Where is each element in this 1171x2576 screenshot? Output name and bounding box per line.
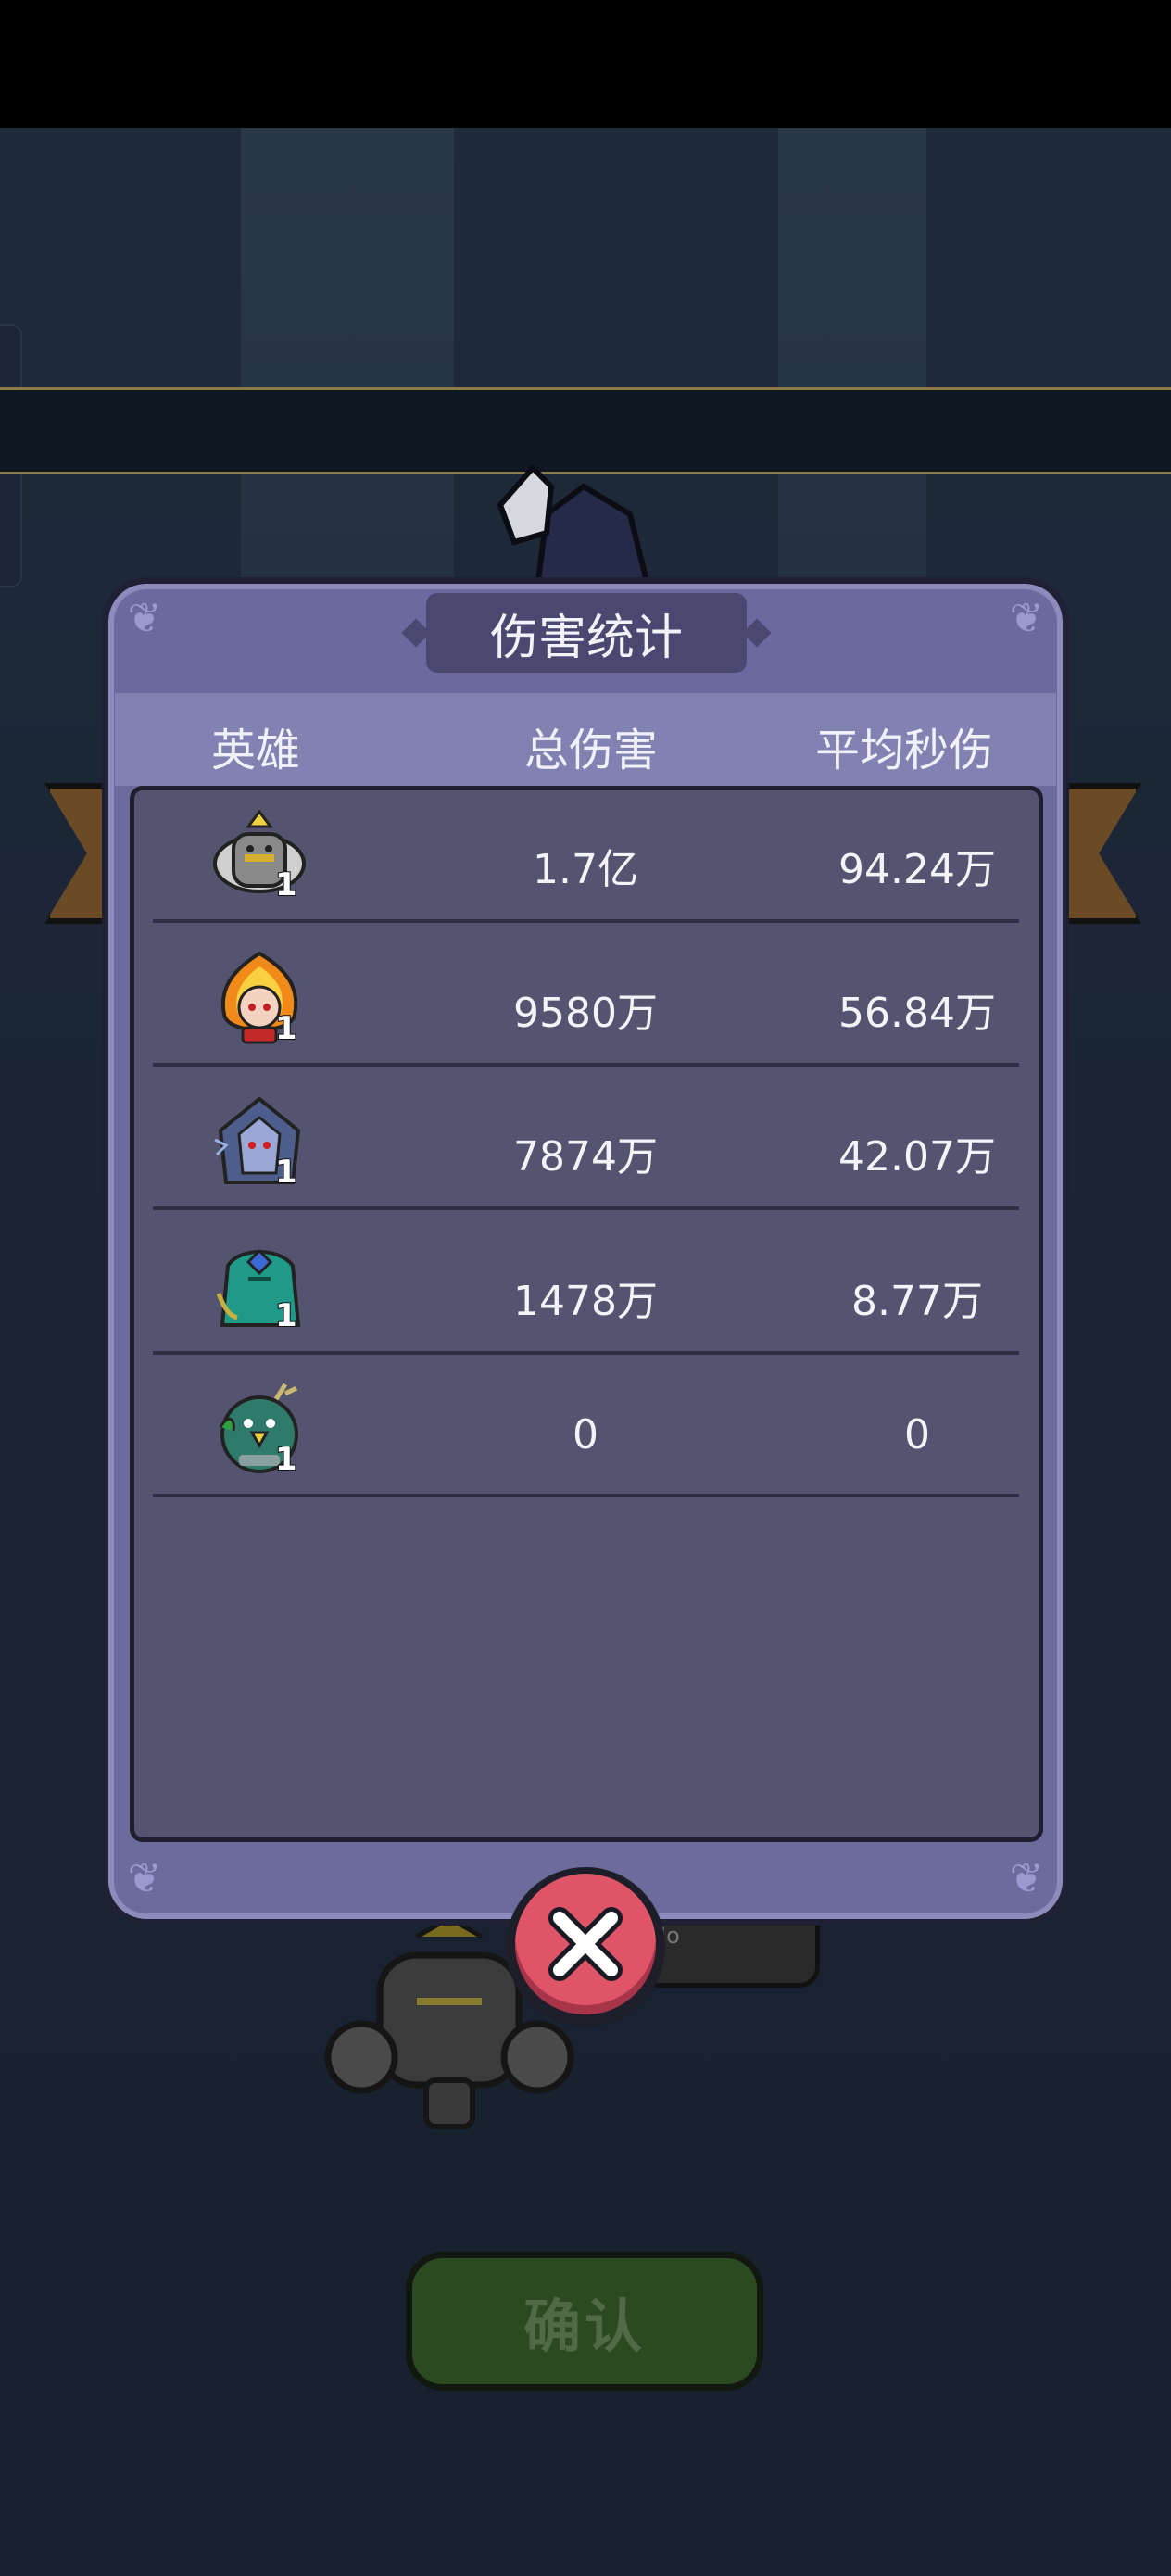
hero-level-badge: 1: [274, 1009, 298, 1048]
total-damage-cell: 1.7亿: [533, 846, 638, 893]
row-divider: [153, 1351, 1019, 1355]
corner-ornament-icon: ❦: [1009, 595, 1044, 642]
confirm-button-label: 确认: [523, 2292, 646, 2360]
avg-dps-cell: 8.77万: [851, 1278, 983, 1325]
row-divider: [153, 919, 1019, 923]
hero-level-badge: 1: [274, 865, 298, 904]
column-header-hero: 英雄: [211, 725, 301, 777]
corner-ornament-icon: ❦: [127, 1855, 162, 1902]
hero-level-badge: 1: [274, 1153, 298, 1192]
total-damage-cell: 7874万: [513, 1133, 658, 1181]
column-header-avg-dps: 平均秒伤: [815, 725, 994, 777]
total-damage-cell: 9580万: [513, 990, 658, 1037]
hero-level-badge: 1: [274, 1296, 298, 1335]
avg-dps-cell: 56.84万: [838, 990, 996, 1037]
background-hero-figure: [497, 463, 652, 588]
row-divider: [153, 1494, 1019, 1497]
row-divider: [153, 1206, 1019, 1210]
close-x-icon[interactable]: [515, 1874, 656, 2014]
confirm-button[interactable]: 确认: [406, 2252, 763, 2391]
avg-dps-cell: 94.24万: [838, 846, 996, 893]
avg-dps-cell: 42.07万: [838, 1133, 996, 1181]
total-damage-cell: 1478万: [513, 1278, 658, 1325]
hero-level-badge: 1: [274, 1440, 298, 1479]
avg-dps-cell: 0: [904, 1411, 930, 1458]
column-header-total-damage: 总伤害: [524, 725, 659, 777]
dialog-title: 伤害统计: [489, 610, 683, 666]
total-damage-cell: 0: [573, 1411, 598, 1458]
dialog-title-plate: 伤害统计: [426, 593, 747, 673]
corner-ornament-icon: ❦: [1009, 1855, 1044, 1902]
status-bar: [0, 0, 1171, 128]
corner-ornament-icon: ❦: [127, 595, 162, 642]
row-divider: [153, 1063, 1019, 1067]
